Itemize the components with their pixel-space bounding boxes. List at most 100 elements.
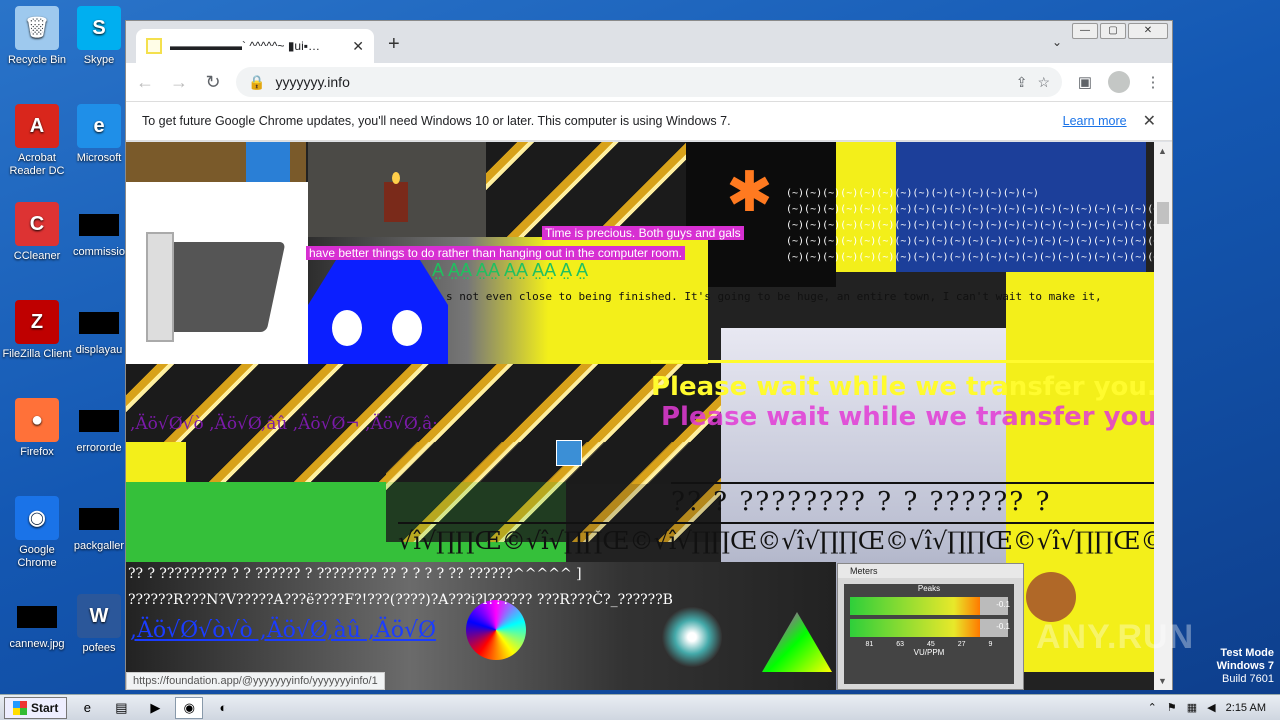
image-file-icon <box>17 606 57 628</box>
garbled-symbols-line: √î√∏∏Œ©√î√∏∏Œ©√î√∏∏Œ©√î√∏∏Œ©√î√∏∏Œ©√î√∏∏… <box>398 527 1154 555</box>
learn-more-link[interactable]: Learn more <box>1063 114 1127 128</box>
edge-icon: e <box>77 104 121 148</box>
brown-face-image <box>1026 572 1076 622</box>
black-rule <box>671 482 1154 484</box>
back-icon[interactable]: ← <box>134 72 156 93</box>
start-button[interactable]: Start <box>4 696 68 719</box>
garbled-link[interactable]: ,Äö√Ø√ò√ò ,Äö√Ø,àû ,Äö√Ø <box>130 618 436 643</box>
meter-unit: VU/PPM <box>913 648 945 657</box>
browser-toolbar: ← → ↻ 🔒 yyyyyyy.info ⇪ ☆ ▣ ⋮ <box>126 63 1172 101</box>
media-player-icon[interactable]: ▶ <box>141 697 169 719</box>
internet-explorer-icon[interactable]: e <box>73 697 101 719</box>
purple-garbled-text: ,Äö√Ø√ò ,Äö√Ø,âû ,Äö√Ø¬ ,Äö√Ø,â· <box>130 414 438 434</box>
tab-title: ▬▬▬▬▬▬` ^^^^^~ ▮ui▪… <box>170 39 321 53</box>
tab-close-button[interactable]: ✕ <box>352 38 364 55</box>
wait-text-shadow: Please wait while we transfer you... <box>661 402 1154 432</box>
star-icon[interactable]: ☆ <box>1037 74 1050 91</box>
chrome-icon[interactable]: ◉ <box>175 696 204 719</box>
faces-block: (~)(~)(~)(~)(~)(~)(~)(~)(~)(~)(~)(~)(~)(… <box>786 188 1154 263</box>
disco-ball <box>466 600 526 660</box>
tab-search-icon[interactable]: ⌄ <box>1052 35 1062 49</box>
scroll-up-icon[interactable]: ▲ <box>1158 146 1167 156</box>
bed-image <box>126 182 308 364</box>
menu-icon[interactable]: ⋮ <box>1142 73 1164 91</box>
taskbar: Start e ▤ ▶ ◉ ◐ ⌃ ⚑ ▦ ◀ 2:15 AM <box>0 694 1280 720</box>
profile-avatar[interactable] <box>1108 71 1130 93</box>
scroll-down-icon[interactable]: ▼ <box>1158 676 1167 686</box>
tab-active[interactable]: ▬▬▬▬▬▬` ^^^^^~ ▮ui▪… ✕ <box>136 29 374 63</box>
chrome-icon: ◉ <box>15 496 59 540</box>
mono-text-line: s not even close to being finished. It's… <box>446 290 1102 303</box>
file-icon <box>79 214 119 236</box>
clock[interactable]: 2:15 AM <box>1226 702 1266 714</box>
side-panel-icon[interactable]: ▣ <box>1074 73 1096 91</box>
close-window-button[interactable]: ✕ <box>1128 23 1168 39</box>
meter-scale-tick: 45 <box>927 641 935 648</box>
volume-icon[interactable]: ◀ <box>1207 701 1215 714</box>
garbled-text-line2: ??????R???N?V?????A???ë????F?!???(????)?… <box>128 592 673 608</box>
yellow-panel-right <box>1006 272 1154 672</box>
meters-window: Meters Peaks -0.1 -0.1 81 63 45 27 9 VU/PPM <box>837 563 1024 690</box>
system-tray: ⌃ ⚑ ▦ ◀ 2:15 AM <box>1148 701 1280 715</box>
yellow-rule <box>651 360 1154 363</box>
skype-icon: S <box>77 6 121 50</box>
start-label: Start <box>31 700 59 715</box>
address-bar[interactable]: 🔒 yyyyyyy.info ⇪ ☆ <box>236 67 1062 97</box>
chrome-ring <box>662 607 722 667</box>
url-text[interactable]: yyyyyyy.info <box>275 74 1005 90</box>
filezilla-icon: Z <box>15 300 59 344</box>
peaks-label: Peaks <box>917 584 941 593</box>
meter-scale: 81 63 45 27 9 <box>844 641 1014 648</box>
tab-strip: ▬▬▬▬▬▬` ^^^^^~ ▮ui▪… ✕ + ⌄ — ▢ ✕ <box>126 21 1172 63</box>
acrobat-icon: A <box>15 104 59 148</box>
green-letters: A̤ A̤A̤ A̤A̤ A̤A̤ A̤A̤ A̤ A̤ <box>432 260 589 280</box>
meters-title: Meters <box>838 564 1023 578</box>
update-infobar: To get future Google Chrome updates, you… <box>126 101 1172 141</box>
meter-scale-tick: 27 <box>957 641 966 648</box>
reload-icon[interactable]: ↻ <box>202 72 224 93</box>
file-icon <box>79 410 119 432</box>
test-mode-notice: Test Mode Windows 7 Build 7601 <box>1217 647 1274 686</box>
meter-scale-tick: 63 <box>896 641 905 648</box>
garbled-text-line1: ?? ? ????????? ? ? ?????? ? ???????? ?? … <box>128 566 582 582</box>
recycle-bin-icon: 🗑 <box>15 6 59 50</box>
candle-image <box>308 142 486 237</box>
black-rule-2 <box>398 522 1154 524</box>
flag-icon[interactable]: ⚑ <box>1167 701 1177 714</box>
lock-icon[interactable]: 🔒 <box>248 74 265 91</box>
wait-text: Please wait while we transfer you... <box>651 372 1154 402</box>
meter-value-2: -0.1 <box>996 622 1010 631</box>
time-precious-line1: Time is precious. Both guys and gals <box>542 226 744 240</box>
file-icon <box>79 508 119 530</box>
time-precious-line2: have better things to do rather than han… <box>306 246 685 260</box>
question-marks-line: ?? ? ???????? ? ? ?????? ? <box>671 487 1052 517</box>
page-scrollbar[interactable]: ▲ ▼ <box>1154 142 1172 690</box>
window-controls: — ▢ ✕ <box>1072 23 1168 39</box>
meters-panel: Peaks -0.1 -0.1 81 63 45 27 9 VU/PPM <box>844 584 1014 684</box>
collage-image-blue <box>246 142 290 182</box>
network-icon[interactable]: ▦ <box>1187 701 1197 714</box>
edge-icon[interactable]: ◐ <box>209 697 237 719</box>
tray-arrow-icon[interactable]: ⌃ <box>1148 701 1157 714</box>
infobar-message: To get future Google Chrome updates, you… <box>142 114 731 128</box>
meter-scale-tick: 9 <box>988 641 993 648</box>
forward-icon[interactable]: → <box>168 72 190 93</box>
meter-scale-tick: 81 <box>865 641 874 648</box>
restore-button[interactable]: ▢ <box>1100 23 1126 39</box>
new-tab-button[interactable]: + <box>388 33 400 56</box>
infobar-close-icon[interactable]: ✕ <box>1143 111 1156 131</box>
meter-value-1: -0.1 <box>996 600 1010 609</box>
windows-logo-icon <box>13 700 27 715</box>
word-icon: W <box>77 594 121 638</box>
meter-bar-2: -0.1 <box>850 619 1010 637</box>
meter-bar-1: -0.1 <box>850 597 1010 615</box>
share-icon[interactable]: ⇪ <box>1016 74 1028 91</box>
test-mode-label: Test Mode <box>1220 647 1274 659</box>
favicon <box>146 38 162 54</box>
minimize-button[interactable]: — <box>1072 23 1098 39</box>
firefox-icon: ● <box>15 398 59 442</box>
tiny-image <box>556 440 582 466</box>
file-icon <box>79 312 119 334</box>
folder-icon[interactable]: ▤ <box>107 697 135 719</box>
scroll-thumb[interactable] <box>1157 202 1169 224</box>
